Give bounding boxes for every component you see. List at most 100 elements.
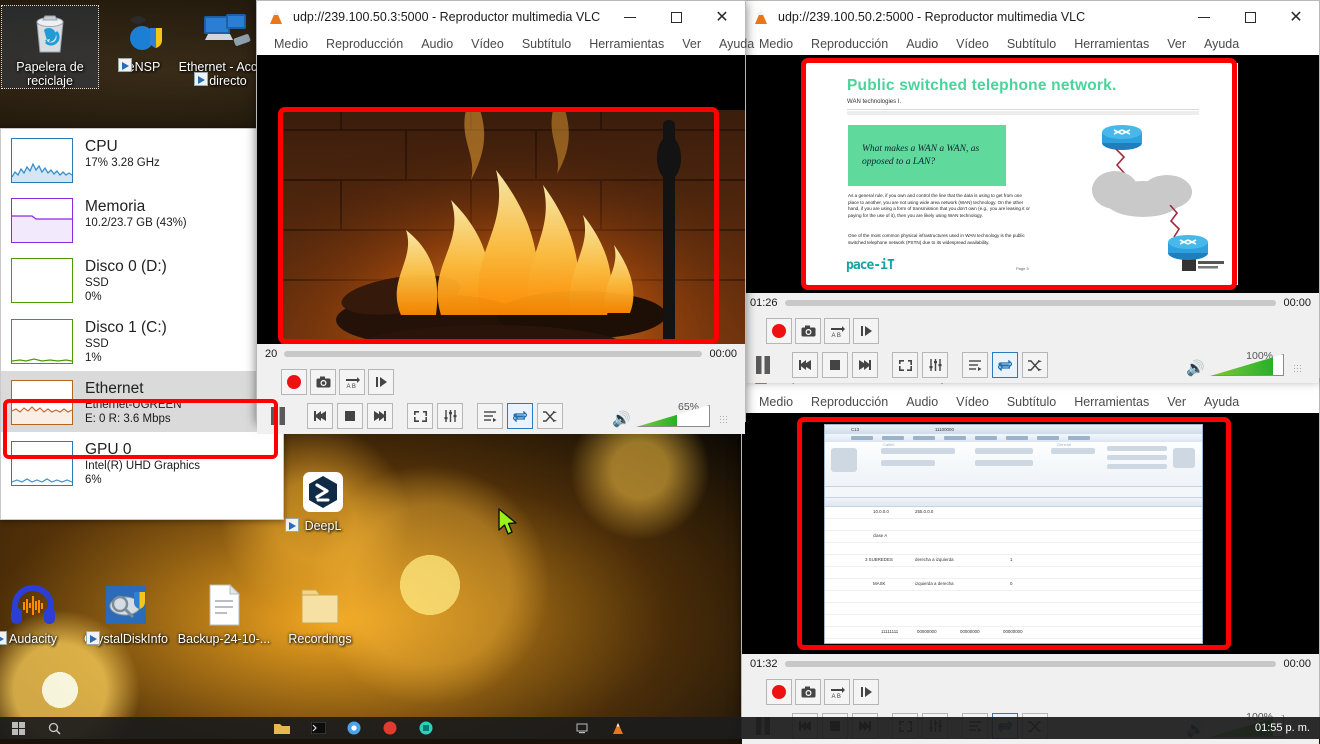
record-button[interactable] [766, 679, 792, 705]
extended-settings-button[interactable] [437, 403, 463, 429]
start-button[interactable] [0, 717, 36, 739]
desktop-icon-backup-document[interactable]: Backup-24-10-... [176, 578, 272, 646]
shuffle-button[interactable] [537, 403, 563, 429]
resize-grip[interactable] [719, 415, 729, 425]
desktop-icon-crystaldiskinfo[interactable]: CrystalDiskInfo [78, 578, 174, 646]
menu-ayuda[interactable]: Ayuda [710, 37, 763, 51]
loop-button[interactable] [992, 352, 1018, 378]
menu-ver[interactable]: Ver [1158, 37, 1195, 51]
menu-medio[interactable]: Medio [265, 37, 317, 51]
extended-settings-button[interactable] [922, 352, 948, 378]
snapshot-button[interactable] [795, 679, 821, 705]
close-button[interactable]: ✕ [1273, 1, 1319, 33]
menu-herramientas[interactable]: Herramientas [1065, 395, 1158, 409]
vlc-video-surface-fireplace[interactable] [257, 55, 745, 344]
task-manager-summary-pane[interactable]: CPU 17% 3.28 GHz Memoria 10.2/23.7 GB (4… [0, 128, 284, 520]
minimize-button[interactable] [607, 1, 653, 33]
taskbar-browser-icon[interactable] [336, 717, 372, 739]
desktop-icon-recordings[interactable]: Recordings [272, 578, 368, 646]
previous-button[interactable] [307, 403, 333, 429]
task-manager-row-ethernet[interactable]: Ethernet Ethernet-UGREEN E: 0 R: 3.6 Mbp… [1, 371, 283, 432]
record-button[interactable] [281, 369, 307, 395]
shuffle-button[interactable] [1022, 352, 1048, 378]
vlc-seek-row-slide[interactable]: 01:26 00:00 [742, 293, 1319, 313]
vlc-seek-row-fireplace[interactable]: 20 00:00 [257, 344, 745, 364]
desktop-icon-deepl[interactable]: DeepL [275, 465, 371, 533]
close-button[interactable]: ✕ [699, 1, 745, 33]
desktop-icon-recycle-bin[interactable]: Papelera de reciclaje [2, 6, 98, 88]
vlc-extra-controls-fireplace[interactable]: A B [257, 364, 745, 398]
menu-subtitulo[interactable]: Subtítulo [513, 37, 580, 51]
taskbar-vlc-icon[interactable] [600, 717, 636, 739]
taskbar-clock[interactable]: 01:55 p. m. [1255, 723, 1320, 734]
stop-button[interactable] [337, 403, 363, 429]
menu-video[interactable]: Vídeo [947, 37, 998, 51]
vlc-title-bar[interactable]: udp://239.100.50.3:5000 - Reproductor mu… [257, 1, 745, 33]
play-pause-button[interactable] [748, 350, 778, 380]
volume-control-slide[interactable]: 🔊 100% [1186, 354, 1313, 376]
next-button[interactable] [852, 352, 878, 378]
taskbar-explorer-icon[interactable] [264, 717, 300, 739]
menu-ver[interactable]: Ver [673, 37, 710, 51]
task-manager-row-cpu[interactable]: CPU 17% 3.28 GHz [1, 129, 283, 189]
frame-by-frame-button[interactable] [853, 679, 879, 705]
vlc-menu-bar[interactable]: Medio Reproducción Audio Vídeo Subtítulo… [257, 33, 745, 55]
vlc-transport-controls-fireplace[interactable]: 🔊 65% [257, 398, 745, 434]
menu-ayuda[interactable]: Ayuda [1195, 37, 1248, 51]
fullscreen-button[interactable] [407, 403, 433, 429]
taskbar-system-icon[interactable] [564, 717, 600, 739]
playlist-button[interactable] [477, 403, 503, 429]
vlc-video-surface-slide[interactable]: Public switched telephone network. WAN t… [742, 55, 1319, 293]
vlc-window-slide[interactable]: udp://239.100.50.2:5000 - Reproductor mu… [741, 0, 1320, 378]
menu-subtitulo[interactable]: Subtítulo [998, 395, 1065, 409]
resize-grip[interactable] [1293, 364, 1303, 374]
menu-reproduccion[interactable]: Reproducción [317, 37, 412, 51]
menu-herramientas[interactable]: Herramientas [1065, 37, 1158, 51]
task-manager-row-disco0[interactable]: Disco 0 (D:) SSD 0% [1, 249, 283, 310]
vlc-transport-controls-slide[interactable]: 🔊 100% [742, 347, 1319, 383]
vlc-extra-controls-excel[interactable]: A B [742, 674, 1319, 708]
snapshot-button[interactable] [795, 318, 821, 344]
ab-loop-button[interactable]: A B [824, 679, 850, 705]
taskbar-recorder-icon[interactable] [372, 717, 408, 739]
task-manager-row-gpu0[interactable]: GPU 0 Intel(R) UHD Graphics 6% [1, 432, 283, 493]
vlc-menu-bar[interactable]: Medio Reproducción Audio Vídeo Subtítulo… [742, 391, 1319, 413]
seek-slider[interactable] [785, 300, 1277, 306]
menu-ayuda[interactable]: Ayuda [1195, 395, 1248, 409]
desktop-icon-audacity[interactable]: Audacity [0, 578, 81, 646]
menu-video[interactable]: Vídeo [947, 395, 998, 409]
speaker-icon[interactable]: 🔊 [612, 413, 631, 427]
vlc-video-surface-excel[interactable]: Calibri General C13 11100000 10.0.0.0255… [742, 413, 1319, 654]
menu-audio[interactable]: Audio [897, 37, 947, 51]
menu-medio[interactable]: Medio [750, 395, 802, 409]
menu-ver[interactable]: Ver [1158, 395, 1195, 409]
vlc-window-excel[interactable]: udp://239.100.50.1:5000 - Reproductor mu… [741, 362, 1320, 739]
previous-button[interactable] [792, 352, 818, 378]
seek-slider[interactable] [284, 351, 702, 357]
seek-slider[interactable] [785, 661, 1277, 667]
ab-loop-button[interactable]: A B [824, 318, 850, 344]
menu-herramientas[interactable]: Herramientas [580, 37, 673, 51]
stop-button[interactable] [822, 352, 848, 378]
ab-loop-button[interactable]: A B [339, 369, 365, 395]
task-manager-row-memoria[interactable]: Memoria 10.2/23.7 GB (43%) [1, 189, 283, 249]
taskbar-app-icon[interactable] [408, 717, 444, 739]
menu-reproduccion[interactable]: Reproducción [802, 37, 897, 51]
task-manager-row-disco1[interactable]: Disco 1 (C:) SSD 1% [1, 310, 283, 371]
vlc-seek-row-excel[interactable]: 01:32 00:00 [742, 654, 1319, 674]
menu-audio[interactable]: Audio [412, 37, 462, 51]
snapshot-button[interactable] [310, 369, 336, 395]
menu-reproduccion[interactable]: Reproducción [802, 395, 897, 409]
speaker-icon[interactable]: 🔊 [1186, 362, 1205, 376]
menu-video[interactable]: Vídeo [462, 37, 513, 51]
frame-by-frame-button[interactable] [368, 369, 394, 395]
maximize-button[interactable] [653, 1, 699, 33]
playlist-button[interactable] [962, 352, 988, 378]
vlc-extra-controls-slide[interactable]: A B [742, 313, 1319, 347]
record-button[interactable] [766, 318, 792, 344]
fullscreen-button[interactable] [892, 352, 918, 378]
vlc-title-bar[interactable]: udp://239.100.50.2:5000 - Reproductor mu… [742, 1, 1319, 33]
vlc-window-fireplace[interactable]: udp://239.100.50.3:5000 - Reproductor mu… [256, 0, 746, 422]
volume-control-fireplace[interactable]: 🔊 65% [612, 405, 739, 427]
vlc-menu-bar[interactable]: Medio Reproducción Audio Vídeo Subtítulo… [742, 33, 1319, 55]
